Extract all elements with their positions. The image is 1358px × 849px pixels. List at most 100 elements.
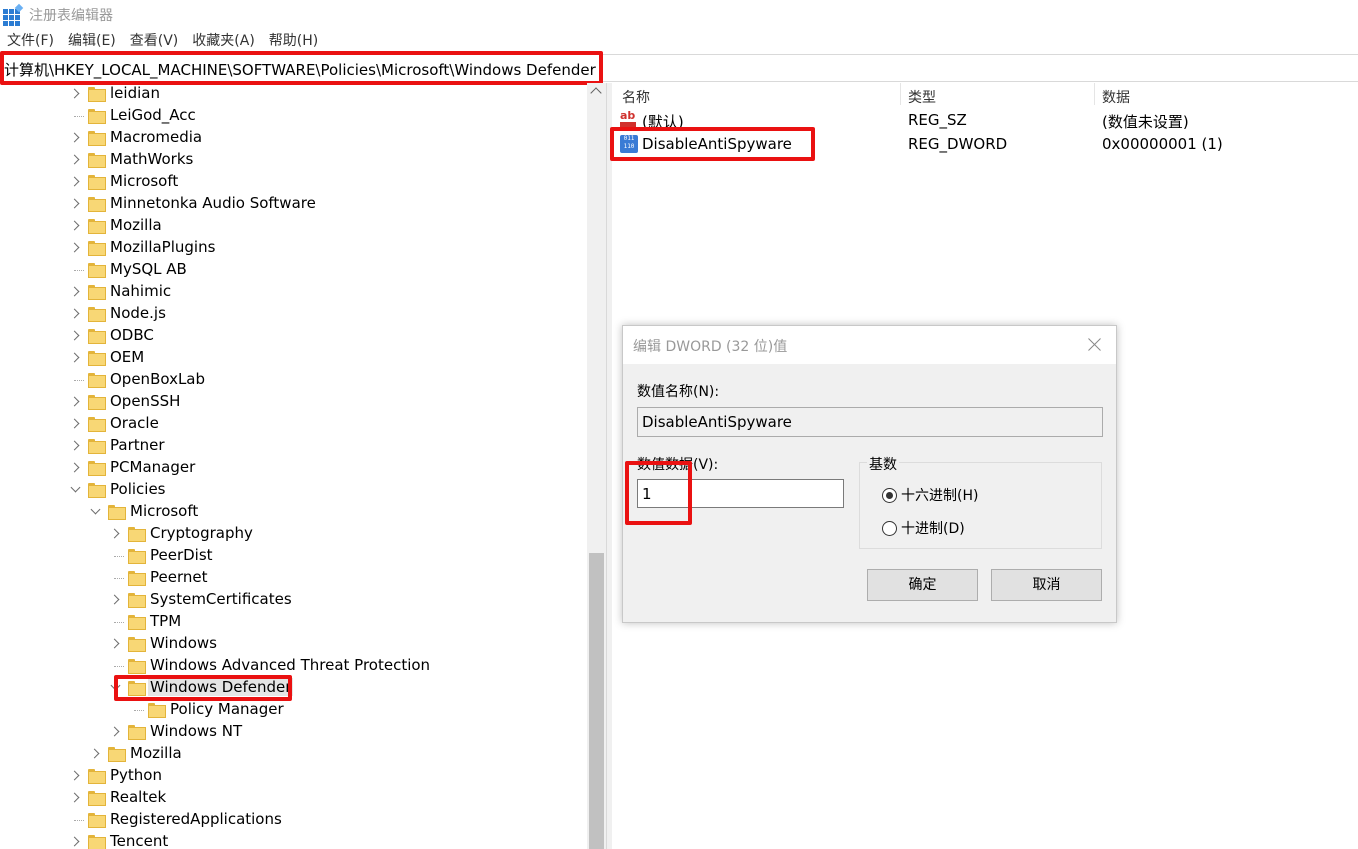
chevron-right-icon[interactable] [110, 529, 120, 539]
dialog-title: 编辑 DWORD (32 位)值 [633, 339, 788, 355]
tree-item[interactable]: Microsoft [0, 171, 587, 193]
tree-item[interactable]: PCManager [0, 457, 587, 479]
tree-item[interactable]: Partner [0, 435, 587, 457]
tree-item[interactable]: leidian [0, 83, 587, 105]
chevron-right-icon[interactable] [70, 419, 80, 429]
tree-item[interactable]: MozillaPlugins [0, 237, 587, 259]
tree-item-label: Partner [110, 436, 165, 454]
chevron-right-icon[interactable] [70, 331, 80, 341]
ok-button[interactable]: 确定 [867, 569, 978, 601]
folder-icon [128, 571, 146, 586]
folder-icon [128, 549, 146, 564]
tree-scrollbar[interactable] [587, 83, 606, 849]
tree-item[interactable]: Minnetonka Audio Software [0, 193, 587, 215]
tree-item[interactable]: LeiGod_Acc [0, 105, 587, 127]
chevron-down-icon[interactable] [90, 507, 100, 517]
chevron-right-icon[interactable] [90, 749, 100, 759]
tree-item[interactable]: SystemCertificates [0, 589, 587, 611]
chevron-right-icon[interactable] [70, 397, 80, 407]
close-icon[interactable] [1088, 337, 1102, 351]
chevron-right-icon[interactable] [70, 309, 80, 319]
tree-item[interactable]: Nahimic [0, 281, 587, 303]
tree-item[interactable]: Microsoft [0, 501, 587, 523]
tree-item[interactable]: Mozilla [0, 743, 587, 765]
menu-edit[interactable]: 编辑(E) [61, 31, 123, 53]
chevron-right-icon[interactable] [70, 177, 80, 187]
radio-selected-icon[interactable] [882, 487, 897, 503]
tree-item-label: Windows [150, 634, 217, 652]
menu-file[interactable]: 文件(F) [0, 31, 61, 53]
chevron-down-icon[interactable] [70, 485, 80, 495]
folder-icon [88, 461, 106, 476]
tree-item[interactable]: MathWorks [0, 149, 587, 171]
regedit-app-icon [3, 3, 24, 26]
decimal-radio[interactable]: 十进制(D) [882, 518, 965, 538]
chevron-right-icon[interactable] [70, 243, 80, 253]
dialog-title-bar[interactable]: 编辑 DWORD (32 位)值 [623, 326, 1116, 364]
tree-item-label: Policy Manager [170, 700, 284, 718]
chevron-right-icon[interactable] [70, 463, 80, 473]
tree-item[interactable]: Policy Manager [0, 699, 587, 721]
chevron-right-icon[interactable] [70, 155, 80, 165]
column-header-type[interactable]: 类型 [908, 87, 936, 107]
tree-item[interactable]: Peernet [0, 567, 587, 589]
cancel-button[interactable]: 取消 [991, 569, 1102, 601]
column-divider[interactable] [1094, 83, 1095, 105]
tree-item[interactable]: RegisteredApplications [0, 809, 587, 831]
chevron-right-icon[interactable] [70, 837, 80, 847]
tree-item[interactable]: Tencent [0, 831, 587, 849]
column-header-data[interactable]: 数据 [1102, 87, 1130, 107]
chevron-right-icon[interactable] [70, 771, 80, 781]
tree-item[interactable]: Mozilla [0, 215, 587, 237]
tree-item[interactable]: ODBC [0, 325, 587, 347]
column-divider[interactable] [900, 83, 901, 105]
tree-item[interactable]: OpenBoxLab [0, 369, 587, 391]
tree-item[interactable]: Macromedia [0, 127, 587, 149]
chevron-right-icon[interactable] [110, 639, 120, 649]
chevron-right-icon[interactable] [70, 221, 80, 231]
chevron-right-icon[interactable] [70, 441, 80, 451]
chevron-right-icon[interactable] [70, 287, 80, 297]
tree-item-label: Cryptography [150, 524, 253, 542]
tree-item[interactable]: PeerDist [0, 545, 587, 567]
tree-item[interactable]: Windows NT [0, 721, 587, 743]
chevron-right-icon[interactable] [110, 727, 120, 737]
column-header-name[interactable]: 名称 [622, 87, 650, 107]
tree-item[interactable]: Node.js [0, 303, 587, 325]
chevron-right-icon[interactable] [70, 133, 80, 143]
folder-icon [88, 219, 106, 234]
folder-icon [88, 329, 106, 344]
tree-item-label: Peernet [150, 568, 208, 586]
menu-help[interactable]: 帮助(H) [262, 31, 325, 53]
key-tree[interactable]: leidian LeiGod_Acc Macromedia MathWorks Micr… [0, 83, 587, 849]
tree-item-label: Windows Advanced Threat Protection [150, 656, 431, 674]
tree-item[interactable]: Windows [0, 633, 587, 655]
tree-item-label: TPM [150, 612, 182, 630]
scroll-thumb[interactable] [589, 553, 604, 849]
chevron-right-icon[interactable] [110, 595, 120, 605]
menu-favorites[interactable]: 收藏夹(A) [185, 31, 262, 53]
tree-connector [114, 556, 124, 557]
tree-item[interactable]: Windows Advanced Threat Protection [0, 655, 587, 677]
tree-item[interactable]: MySQL AB [0, 259, 587, 281]
tree-item[interactable]: Cryptography [0, 523, 587, 545]
tree-item[interactable]: TPM [0, 611, 587, 633]
tree-item[interactable]: Policies [0, 479, 587, 501]
chevron-right-icon[interactable] [70, 793, 80, 803]
tree-item-label: Mozilla [130, 744, 182, 762]
tree-item[interactable]: Windows Defender [0, 677, 587, 699]
tree-item[interactable]: OpenSSH [0, 391, 587, 413]
scroll-up-icon[interactable] [590, 87, 602, 99]
tree-item[interactable]: Oracle [0, 413, 587, 435]
menu-view[interactable]: 查看(V) [123, 31, 186, 53]
tree-item-label: SystemCertificates [150, 590, 292, 608]
tree-item[interactable]: Realtek [0, 787, 587, 809]
radio-unselected-icon[interactable] [882, 520, 897, 536]
chevron-right-icon[interactable] [70, 89, 80, 99]
tree-item-label: PeerDist [150, 546, 213, 564]
tree-item[interactable]: Python [0, 765, 587, 787]
tree-item[interactable]: OEM [0, 347, 587, 369]
hex-radio[interactable]: 十六进制(H) [882, 485, 978, 505]
chevron-right-icon[interactable] [70, 199, 80, 209]
chevron-right-icon[interactable] [70, 353, 80, 363]
